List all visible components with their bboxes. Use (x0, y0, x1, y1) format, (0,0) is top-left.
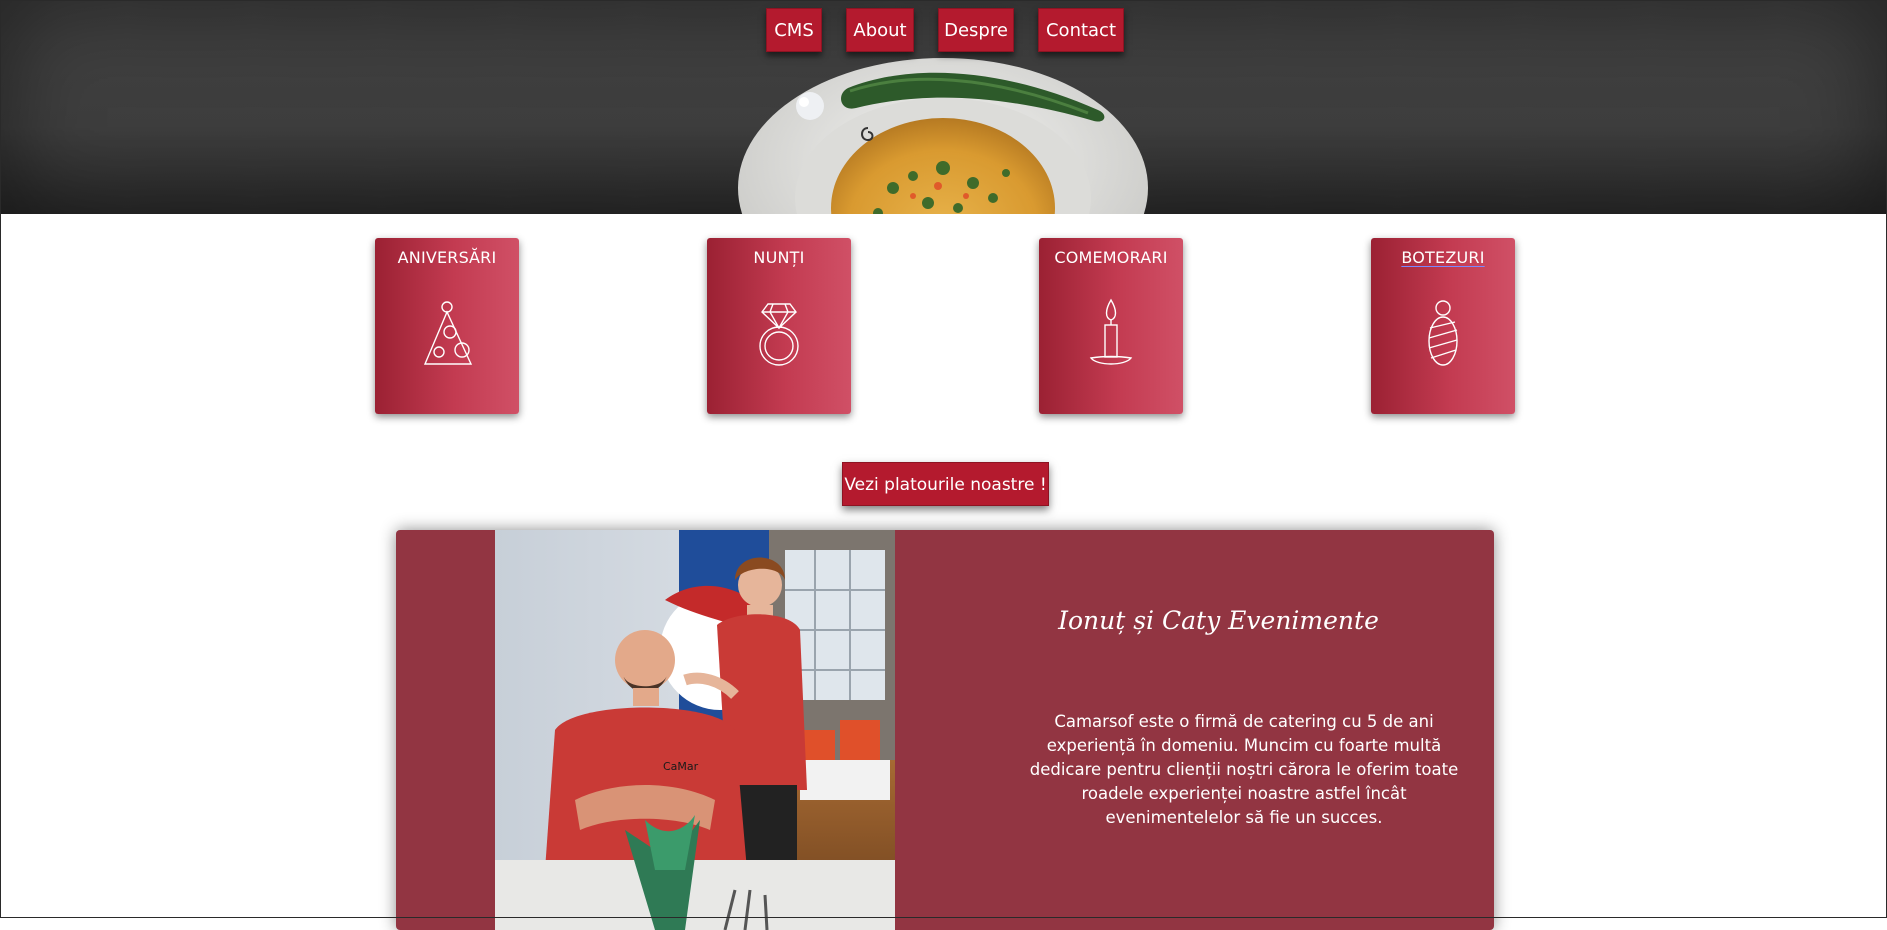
shirt-logo: CaMar (663, 760, 699, 773)
main-nav: CMS About Despre Contact (0, 8, 1887, 52)
about-title: Ionuț și Caty Evenimente (1058, 606, 1379, 635)
category-title: COMEMORARI (1054, 248, 1168, 267)
team-photo: CaMar (495, 530, 895, 930)
baby-icon (1428, 300, 1458, 366)
category-card-aniversari[interactable]: ANIVERSĂRI (375, 238, 519, 414)
category-card-botezuri[interactable]: BOTEZURI (1371, 238, 1515, 414)
soup-plate-image (738, 58, 1148, 214)
category-card-nunti[interactable]: NUNȚI (707, 238, 851, 414)
nav-contact[interactable]: Contact (1038, 8, 1124, 52)
nav-about[interactable]: About (846, 8, 914, 52)
about-panel: CaMar Ionuț și Caty Evenimente Camarsof … (396, 530, 1494, 930)
nav-cms[interactable]: CMS (766, 8, 822, 52)
view-platters-button[interactable]: Vezi platourile noastre ! (842, 462, 1049, 506)
ring-icon (759, 303, 799, 366)
category-title: NUNȚI (753, 248, 805, 267)
nav-despre[interactable]: Despre (938, 8, 1014, 52)
hero-header: CMS About Despre Contact (0, 0, 1887, 214)
party-hat-icon (423, 301, 473, 365)
about-description: Camarsof este o firmă de catering cu 5 d… (1029, 712, 1459, 827)
category-card-comemorari[interactable]: COMEMORARI (1039, 238, 1183, 414)
candle-icon (1089, 298, 1133, 365)
category-title: ANIVERSĂRI (397, 248, 497, 267)
category-title: BOTEZURI (1401, 248, 1485, 267)
